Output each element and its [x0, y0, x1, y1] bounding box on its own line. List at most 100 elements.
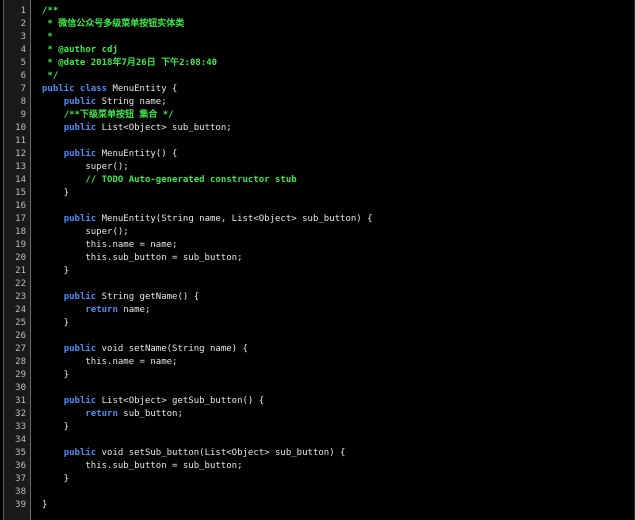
code-line[interactable]: 38: [4, 486, 635, 499]
code-text: this.sub_button = sub_button;: [42, 252, 242, 265]
code-text: * @date 2018年7月26日 下午2:08:40: [42, 57, 217, 70]
line-number: 1: [20, 6, 26, 16]
code-keyword: public: [63, 123, 97, 133]
code-line[interactable]: 32 return sub_button;: [4, 408, 635, 421]
code-text: this.name = name;: [42, 239, 177, 252]
code-line[interactable]: 34: [4, 434, 635, 447]
code-line[interactable]: 15 }: [4, 187, 635, 200]
code-token: }: [42, 500, 48, 510]
code-line[interactable]: 2 * 微信公众号多级菜单按钮实体类: [4, 18, 635, 31]
line-number: 32: [15, 409, 26, 419]
code-line[interactable]: 33 }: [4, 421, 635, 434]
line-number: 37: [15, 474, 26, 484]
code-text: public void setSub_button(List<Object> s…: [42, 447, 346, 460]
code-token: }: [42, 474, 70, 484]
code-text: public String name;: [42, 96, 167, 109]
line-number: 14: [15, 175, 26, 185]
code-line[interactable]: 31 public List<Object> getSub_button() {: [4, 395, 635, 408]
code-line[interactable]: 18 super();: [4, 226, 635, 239]
code-line[interactable]: 4 * @author cdj: [4, 44, 635, 57]
code-line[interactable]: 13 super();: [4, 161, 635, 174]
line-number: 11: [15, 136, 26, 146]
line-number: 39: [15, 500, 26, 510]
line-number: 9: [20, 110, 26, 120]
code-line[interactable]: 7 public class MenuEntity {: [4, 83, 635, 96]
code-comment: /**下级菜单按钮 集合 */: [63, 110, 174, 120]
code-line[interactable]: 36 this.sub_button = sub_button;: [4, 460, 635, 473]
line-number: 35: [15, 448, 26, 458]
code-keyword: public: [63, 344, 97, 354]
code-line[interactable]: 14 // TODO Auto-generated constructor st…: [4, 174, 635, 187]
code-text: public List<Object> sub_button;: [42, 122, 232, 135]
line-number: 22: [15, 279, 26, 289]
code-line[interactable]: 30: [4, 382, 635, 395]
code-line[interactable]: 1 /**: [4, 5, 635, 18]
code-line[interactable]: 20 this.sub_button = sub_button;: [4, 252, 635, 265]
code-line[interactable]: 19 this.name = name;: [4, 239, 635, 252]
code-line[interactable]: 21 }: [4, 265, 635, 278]
code-line[interactable]: 17 public MenuEntity(String name, List<O…: [4, 213, 635, 226]
code-line[interactable]: 9 /**下级菜单按钮 集合 */: [4, 109, 635, 122]
code-text: public MenuEntity(String name, List<Obje…: [42, 213, 373, 226]
code-text: // TODO Auto-generated constructor stub: [42, 174, 297, 187]
code-text: }: [42, 473, 69, 486]
line-number: 26: [15, 331, 26, 341]
code-text: /**下级菜单按钮 集合 */: [42, 109, 174, 122]
line-number: 38: [15, 487, 26, 497]
code-editor[interactable]: 1/** 2 * 微信公众号多级菜单按钮实体类 3 * 4 * @author cdj…: [0, 0, 635, 520]
code-line[interactable]: 26: [4, 330, 635, 343]
code-line[interactable]: 11: [4, 135, 635, 148]
code-line[interactable]: 25 }: [4, 317, 635, 330]
code-text: this.sub_button = sub_button;: [42, 460, 242, 473]
line-number: 28: [15, 357, 26, 367]
code-line[interactable]: 5 * @date 2018年7月26日 下午2:08:40: [4, 57, 635, 70]
line-number: 31: [15, 396, 26, 406]
code-line[interactable]: 37 }: [4, 473, 635, 486]
code-line[interactable]: 22: [4, 278, 635, 291]
code-comment: * @author cdj: [42, 45, 118, 55]
code-keyword: public: [63, 292, 97, 302]
code-token: this.name = name;: [42, 357, 178, 367]
code-line[interactable]: 8 public String name;: [4, 96, 635, 109]
line-number: 27: [15, 344, 26, 354]
code-line[interactable]: 24 return name;: [4, 304, 635, 317]
code-token: name;: [117, 305, 151, 315]
code-line[interactable]: 12 public MenuEntity() {: [4, 148, 635, 161]
code-line[interactable]: 16: [4, 200, 635, 213]
code-keyword: return: [85, 305, 118, 315]
code-text: }: [42, 421, 69, 434]
code-line[interactable]: 27 public void setName(String name) {: [4, 343, 635, 356]
code-line[interactable]: 29 }: [4, 369, 635, 382]
code-text: * 微信公众号多级菜单按钮实体类: [42, 18, 184, 31]
line-number: 36: [15, 461, 26, 471]
code-text: * @author cdj: [42, 44, 118, 57]
code-text: return sub_button;: [42, 408, 183, 421]
code-comment: // TODO Auto-generated constructor stub: [85, 175, 297, 185]
code-token: this.sub_button = sub_button;: [42, 253, 243, 263]
code-text: public MenuEntity() {: [42, 148, 178, 161]
code-lines[interactable]: 1/** 2 * 微信公众号多级菜单按钮实体类 3 * 4 * @author cdj…: [4, 5, 635, 512]
code-keyword: public: [63, 149, 97, 159]
code-line[interactable]: 35 public void setSub_button(List<Object…: [4, 447, 635, 460]
code-line[interactable]: 28 this.name = name;: [4, 356, 635, 369]
code-line[interactable]: 39}: [4, 499, 635, 512]
code-text: */: [42, 70, 58, 83]
code-comment: * 微信公众号多级菜单按钮实体类: [42, 19, 185, 29]
line-number: 15: [15, 188, 26, 198]
line-number: 33: [15, 422, 26, 432]
line-number: 19: [15, 240, 26, 250]
code-text: }: [42, 187, 69, 200]
code-line[interactable]: 3 *: [4, 31, 635, 44]
code-line[interactable]: 6 */: [4, 70, 635, 83]
code-token: MenuEntity {: [107, 84, 178, 94]
line-number: 3: [20, 32, 26, 42]
code-line[interactable]: 23 public String getName() {: [4, 291, 635, 304]
code-line[interactable]: 10 public List<Object> sub_button;: [4, 122, 635, 135]
code-token: this.sub_button = sub_button;: [42, 461, 243, 471]
